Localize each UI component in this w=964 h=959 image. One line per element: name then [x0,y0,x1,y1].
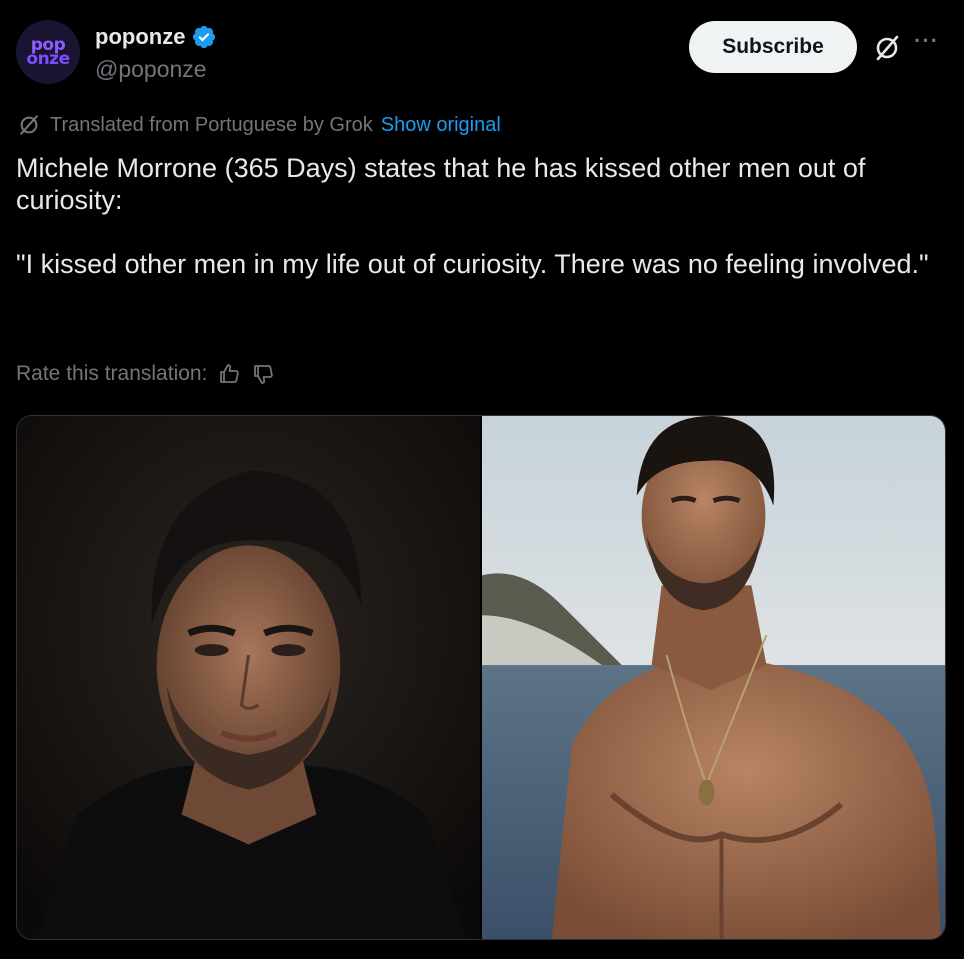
media-grid [16,415,946,940]
show-original-link[interactable]: Show original [381,114,501,137]
avatar-text-onze: onze [26,49,70,69]
author-name[interactable]: poponze [95,24,185,50]
avatar[interactable]: pop onze [16,20,80,84]
rate-translation-row: Rate this translation: [16,362,275,386]
tweet-text: Michele Morrone (365 Days) states that h… [16,153,929,279]
translate-icon [20,115,38,135]
subscribe-button[interactable]: Subscribe [689,21,857,73]
thumbs-down-icon[interactable] [251,362,275,386]
rate-translation-label: Rate this translation: [16,362,208,385]
author-handle[interactable]: @poponze [95,56,207,83]
photo-left[interactable] [17,416,480,939]
verified-badge-icon [193,25,216,49]
grok-icon[interactable] [872,33,902,63]
thumbs-up-icon[interactable] [217,362,241,386]
author-name-row[interactable]: poponze [95,24,217,50]
translation-notice: Translated from Portuguese by Grok Show … [16,112,501,138]
beach-photo [482,416,945,939]
photo-right[interactable] [482,416,945,939]
translation-notice-text: Translated from Portuguese by Grok [50,113,373,136]
more-icon[interactable]: ··· [914,28,939,54]
portrait-photo-dark [17,416,480,939]
